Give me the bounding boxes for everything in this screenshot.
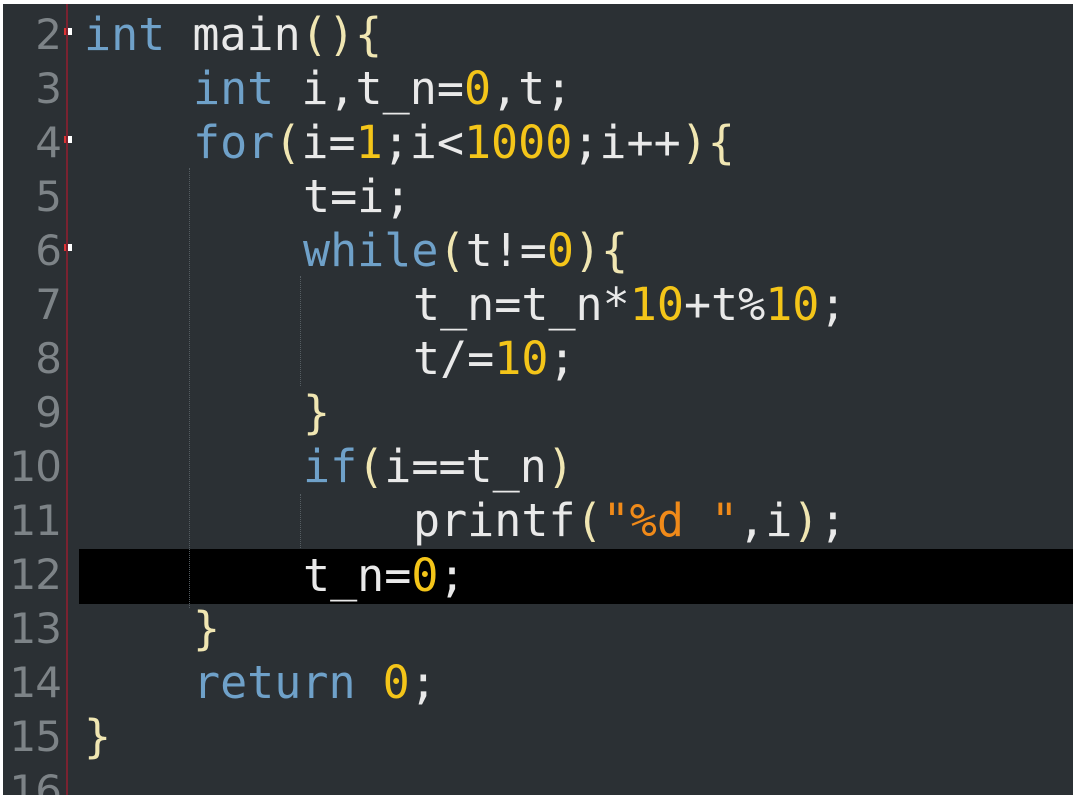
identifier: t_n= — [303, 549, 412, 602]
code-line-11[interactable]: printf("%d ",i); — [413, 494, 847, 548]
paren: ( — [274, 116, 302, 169]
code-line-3[interactable]: int i,t_n=0,t; — [193, 62, 572, 116]
identifier: ; — [819, 494, 847, 547]
paren: ) — [792, 494, 820, 547]
identifier: i,t_n= — [274, 62, 464, 115]
number-literal: 0 — [382, 656, 410, 709]
keyword: return — [193, 656, 356, 709]
code-line-7[interactable]: t_n=t_n*10+t%10; — [413, 278, 847, 332]
brace: } — [303, 386, 331, 439]
number-literal: 10 — [494, 332, 549, 385]
line-number: 13 — [9, 604, 62, 653]
identifier: +t% — [683, 278, 766, 331]
line-number: 11 — [9, 496, 62, 545]
identifier: i==t_n — [384, 440, 547, 493]
line-number: 15 — [9, 712, 62, 761]
keyword: int — [84, 8, 166, 61]
paren: ( — [357, 440, 385, 493]
string-literal: "%d " — [602, 494, 739, 547]
line-number: 16 — [9, 766, 62, 795]
line-number-current: 12 — [9, 550, 62, 599]
line-number: 6 — [35, 226, 62, 275]
identifier: ; — [438, 549, 466, 602]
identifier: ; — [409, 656, 437, 709]
code-line-6[interactable]: while(t!=0){ — [303, 224, 628, 278]
code-line-14[interactable]: return 0; — [193, 656, 437, 710]
line-number: 5 — [35, 172, 62, 221]
code-line-5[interactable]: t=i; — [303, 170, 411, 224]
brace: { — [707, 116, 735, 169]
identifier: t!= — [465, 224, 547, 277]
brace: } — [84, 710, 112, 763]
number-literal: 0 — [411, 549, 439, 602]
paren: ) — [546, 440, 574, 493]
identifier: ; — [548, 332, 576, 385]
gutter-border — [66, 4, 68, 795]
paren: ( — [438, 224, 466, 277]
line-number: 4 — [35, 118, 62, 167]
brace: { — [354, 8, 383, 61]
code-line-15[interactable]: } — [84, 710, 111, 764]
keyword: if — [303, 440, 358, 493]
line-number: 3 — [35, 64, 62, 113]
current-line-highlight — [79, 549, 1073, 604]
keyword: while — [303, 224, 439, 277]
code-line-12[interactable]: t_n=0; — [303, 549, 466, 603]
number-literal: 1000 — [463, 116, 573, 169]
indent-guide — [300, 494, 301, 548]
identifier: i= — [301, 116, 356, 169]
paren: () — [300, 8, 355, 61]
code-line-2[interactable]: int main(){ — [84, 8, 382, 62]
line-number: 8 — [35, 334, 62, 383]
keyword: int — [193, 62, 275, 115]
code-line-8[interactable]: t/=10; — [413, 332, 576, 386]
identifier: printf — [413, 494, 576, 547]
brace: } — [193, 602, 221, 655]
number-literal: 10 — [629, 278, 684, 331]
identifier: ;i++ — [572, 116, 681, 169]
line-number: 14 — [9, 658, 62, 707]
keyword: for — [193, 116, 275, 169]
code-line-4[interactable]: for(i=1;i<1000;i++){ — [193, 116, 735, 170]
brace: { — [601, 224, 629, 277]
code-line-13[interactable]: } — [193, 602, 220, 656]
code-line-10[interactable]: if(i==t_n) — [303, 440, 574, 494]
identifier: t/= — [413, 332, 495, 385]
paren: ) — [680, 116, 708, 169]
number-literal: 10 — [765, 278, 820, 331]
identifier: t_n=t_n* — [413, 278, 630, 331]
line-number: 10 — [9, 442, 62, 491]
identifier: ,t; — [491, 62, 573, 115]
identifier: ,i — [738, 494, 793, 547]
code-line-9[interactable]: } — [303, 386, 330, 440]
code-editor[interactable]: 2 3 4 5 6 7 8 9 10 11 12 13 14 15 16 int… — [3, 4, 1073, 795]
indent-guide — [189, 168, 190, 608]
identifier: ;i< — [382, 116, 464, 169]
line-number: 7 — [35, 280, 62, 329]
identifier: ; — [819, 278, 847, 331]
line-number: 9 — [35, 388, 62, 437]
line-number: 2 — [35, 10, 62, 59]
indent-guide — [300, 276, 301, 386]
identifier: main — [165, 8, 301, 61]
paren: ) — [573, 224, 602, 277]
identifier: t=i; — [303, 170, 412, 223]
number-literal: 0 — [463, 62, 492, 115]
number-literal: 1 — [355, 116, 383, 169]
paren: ( — [575, 494, 603, 547]
number-literal: 0 — [546, 224, 574, 277]
line-number-gutter: 2 3 4 5 6 7 8 9 10 11 12 13 14 15 16 — [3, 4, 72, 795]
